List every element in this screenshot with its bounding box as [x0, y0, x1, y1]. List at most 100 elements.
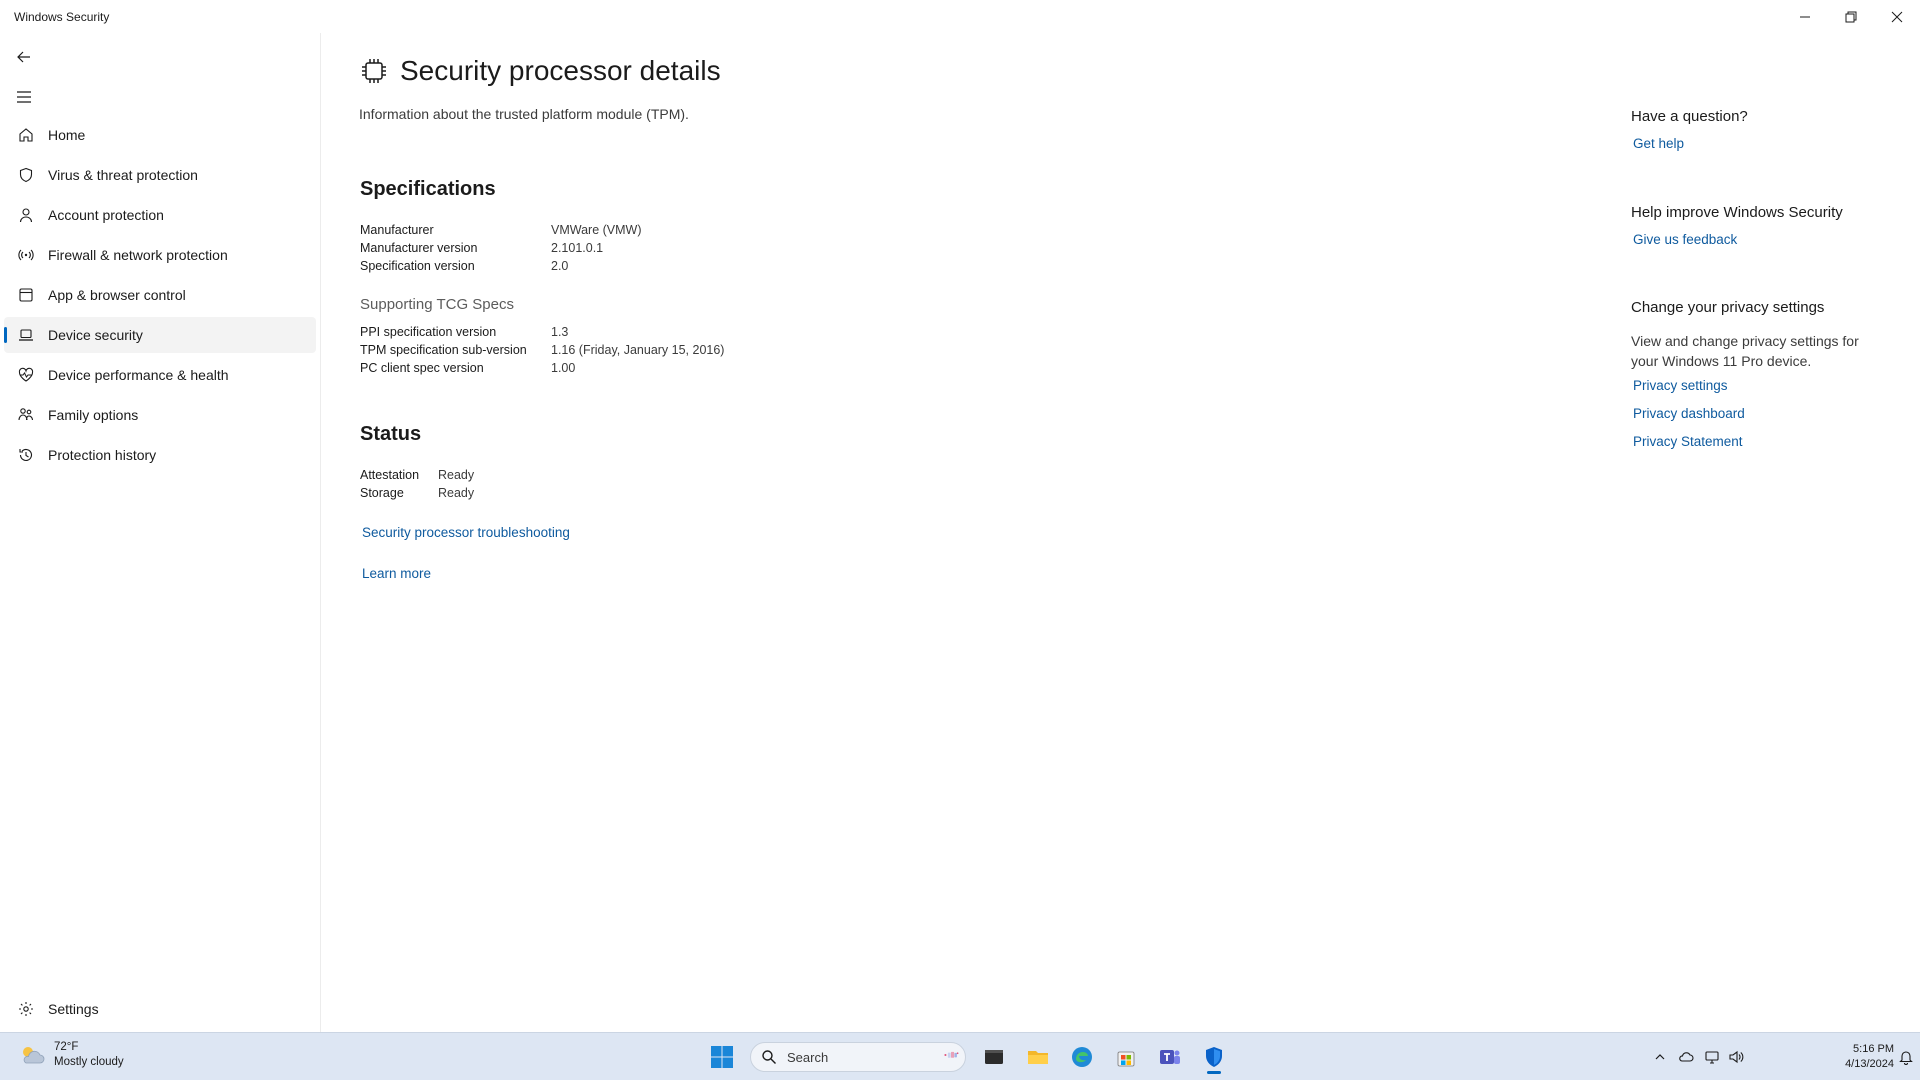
sidebar-item-settings[interactable]: Settings [4, 991, 316, 1027]
spec-row: PPI specification version 1.3 [360, 323, 724, 341]
family-icon [16, 405, 36, 425]
spec-label: PC client spec version [360, 361, 484, 375]
home-icon [16, 125, 36, 145]
page-title: Security processor details [400, 55, 721, 86]
spec-value: 2.0 [551, 259, 569, 273]
title-bar: Windows Security [0, 0, 1920, 33]
taskbar-app-terminal[interactable] [974, 1039, 1014, 1075]
spec-label: Manufacturer [360, 223, 434, 237]
cloud-icon [1679, 1052, 1694, 1062]
status-list: Attestation Ready Storage Ready [360, 466, 474, 502]
main-content: Security processor details Information a… [322, 33, 1920, 1032]
hamburger-icon [17, 91, 31, 103]
system-tray: 5:16 PM 4/13/2024 [1650, 1033, 1920, 1080]
menu-button[interactable] [12, 85, 36, 109]
search-label: Search [787, 1049, 829, 1065]
privacy-dashboard-link[interactable]: Privacy dashboard [1633, 406, 1745, 421]
restore-icon [1845, 11, 1857, 22]
sidebar-item-label: Device performance & health [48, 367, 229, 383]
window-title: Windows Security [14, 10, 110, 24]
spec-label: Manufacturer version [360, 241, 478, 255]
sidebar-item-device-security[interactable]: Device security [4, 317, 316, 353]
weather-widget[interactable]: 72°F Mostly cloudy [18, 1040, 124, 1070]
improve-heading: Help improve Windows Security [1631, 204, 1843, 221]
back-arrow-icon [17, 51, 30, 63]
status-label: Attestation [360, 468, 420, 482]
sidebar-item-home[interactable]: Home [4, 117, 316, 153]
teams-icon [1160, 1050, 1180, 1064]
status-label: Storage [360, 486, 404, 500]
spec-label: Specification version [360, 259, 475, 273]
tray-notifications[interactable] [1896, 1047, 1916, 1067]
tray-onedrive[interactable] [1676, 1047, 1696, 1067]
sidebar-item-family[interactable]: Family options [4, 397, 316, 433]
taskbar-search[interactable]: Search [750, 1042, 966, 1072]
sidebar-item-label: Device security [48, 327, 143, 343]
window-controls [1782, 0, 1920, 33]
status-value: Ready [438, 468, 475, 482]
status-row: Storage Ready [360, 484, 474, 502]
spec-value: 2.101.0.1 [551, 241, 604, 255]
gear-icon [16, 999, 36, 1019]
spec-label: PPI specification version [360, 325, 497, 339]
privacy-settings-link[interactable]: Privacy settings [1633, 378, 1728, 393]
sidebar-nav: Home Virus & threat protection Account p… [4, 117, 316, 477]
get-help-link[interactable]: Get help [1633, 136, 1684, 151]
feedback-link[interactable]: Give us feedback [1633, 232, 1737, 247]
spec-value: 1.3 [551, 325, 569, 339]
tray-network[interactable] [1702, 1047, 1722, 1067]
question-heading: Have a question? [1631, 108, 1748, 125]
tray-clock[interactable]: 5:16 PM 4/13/2024 [1845, 1042, 1894, 1072]
speaker-icon [1729, 1050, 1744, 1064]
sidebar-item-label: Family options [48, 407, 139, 423]
tray-volume[interactable] [1726, 1047, 1746, 1067]
minimize-icon [1800, 16, 1810, 17]
minimize-button[interactable] [1782, 0, 1828, 33]
sidebar-item-label: App & browser control [48, 287, 186, 303]
start-button[interactable] [702, 1039, 742, 1075]
spec-row: Manufacturer VMWare (VMW) [360, 221, 642, 239]
taskbar-app-windows-security[interactable] [1194, 1039, 1234, 1075]
sidebar-item-account[interactable]: Account protection [4, 197, 316, 233]
weather-temperature: 72°F [54, 1041, 79, 1053]
spec-value: VMWare (VMW) [551, 223, 642, 237]
heart-pulse-icon [16, 365, 36, 385]
status-heading: Status [360, 423, 422, 445]
show-hidden-icons-button[interactable] [1650, 1047, 1670, 1067]
page-description: Information about the trusted platform m… [359, 106, 689, 122]
sidebar-item-label: Protection history [48, 447, 157, 463]
chevron-up-icon [1655, 1054, 1665, 1060]
close-button[interactable] [1874, 0, 1920, 33]
troubleshooting-link[interactable]: Security processor troubleshooting [362, 525, 570, 540]
specifications-heading: Specifications [360, 178, 496, 200]
search-icon [762, 1050, 776, 1064]
sidebar-item-protection-history[interactable]: Protection history [4, 437, 316, 473]
sidebar-item-label: Account protection [48, 207, 164, 223]
restore-button[interactable] [1828, 0, 1874, 33]
privacy-statement-link[interactable]: Privacy Statement [1633, 434, 1743, 449]
processor-chip-icon [362, 59, 386, 83]
spec-row: Specification version 2.0 [360, 257, 642, 275]
search-highlight-icon [944, 1051, 959, 1058]
spec-row: PC client spec version 1.00 [360, 359, 724, 377]
taskbar-app-store[interactable] [1106, 1039, 1146, 1075]
taskbar-app-edge[interactable] [1062, 1039, 1102, 1075]
clock-time: 5:16 PM [1853, 1043, 1894, 1055]
taskbar-app-teams[interactable] [1150, 1039, 1190, 1075]
folder-icon [1028, 1051, 1048, 1064]
laptop-icon [16, 325, 36, 345]
spec-value: 1.00 [551, 361, 576, 375]
spec-row: Manufacturer version 2.101.0.1 [360, 239, 642, 257]
sidebar-item-firewall[interactable]: Firewall & network protection [4, 237, 316, 273]
settings-label: Settings [48, 1001, 99, 1017]
sidebar-item-device-performance[interactable]: Device performance & health [4, 357, 316, 393]
taskbar-app-file-explorer[interactable] [1018, 1039, 1058, 1075]
learn-more-link[interactable]: Learn more [362, 566, 431, 581]
sidebar-item-virus-threat[interactable]: Virus & threat protection [4, 157, 316, 193]
app-window-icon [16, 285, 36, 305]
back-button[interactable] [12, 45, 36, 69]
sidebar-item-app-browser[interactable]: App & browser control [4, 277, 316, 313]
windows-logo-icon [711, 1046, 733, 1068]
taskbar-apps: Search [700, 1039, 1236, 1075]
windows-security-shield-icon [1206, 1047, 1222, 1067]
